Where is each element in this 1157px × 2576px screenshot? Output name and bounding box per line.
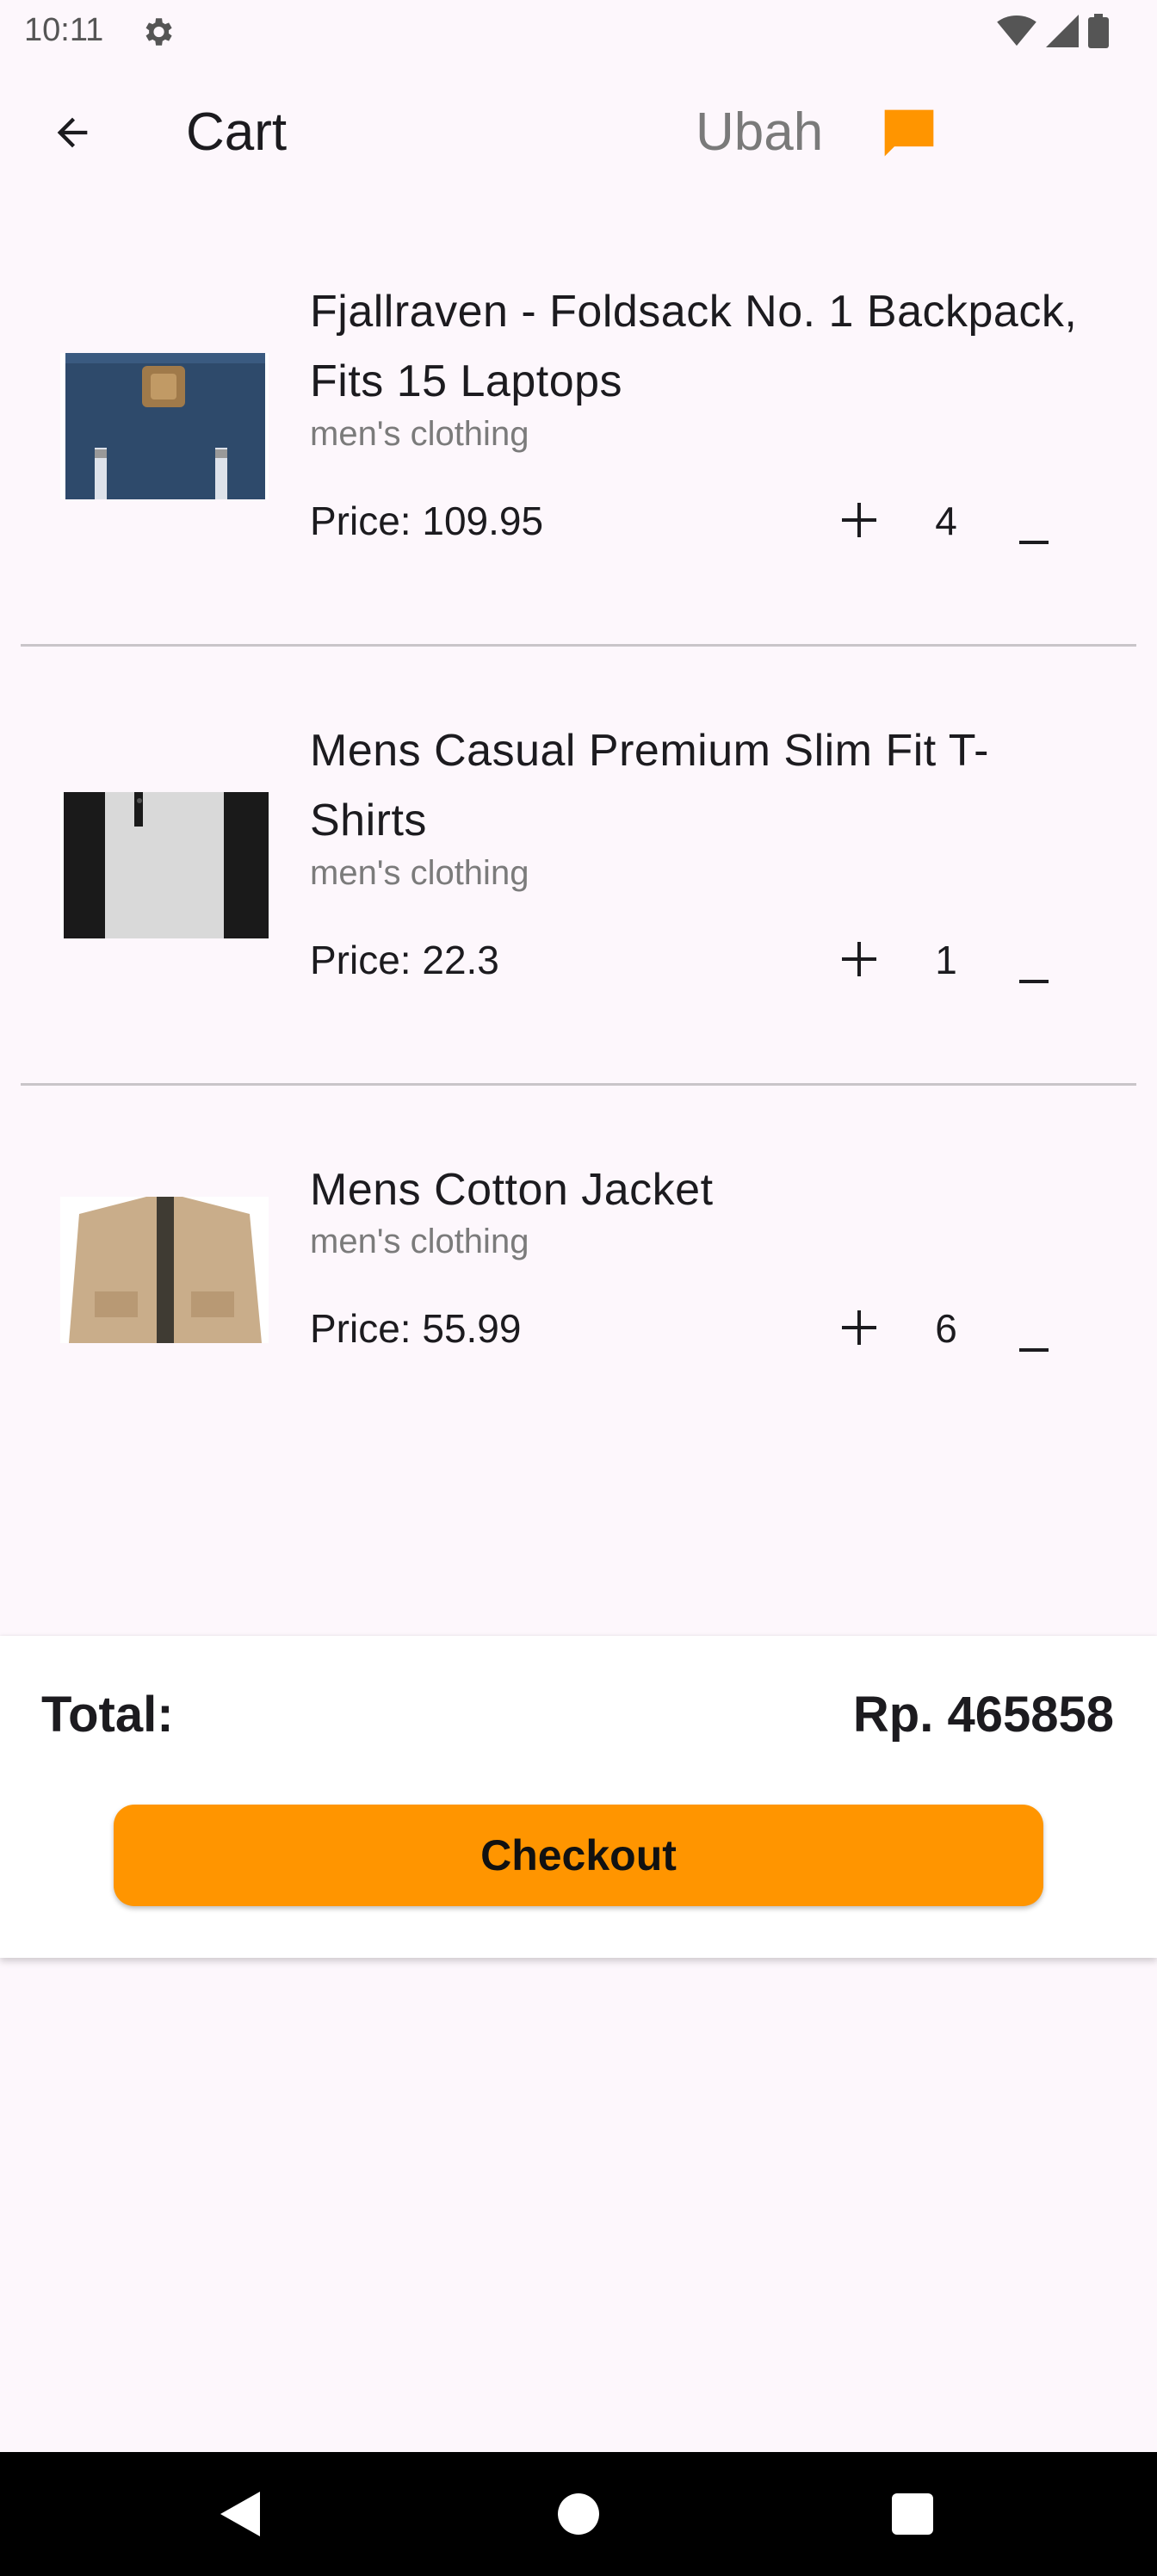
cart-item-1: Fjallraven - Foldsack No. 1 Backpack, Fi… xyxy=(0,258,1157,620)
decrease-quantity-button[interactable] xyxy=(1007,1307,1059,1359)
item-divider xyxy=(21,644,1136,647)
nav-back-icon[interactable] xyxy=(217,2490,263,2538)
total-value: Rp. 465858 xyxy=(852,1687,1114,1743)
backpack-product-image xyxy=(60,353,269,499)
item-title: Mens Casual Premium Slim Fit T-Shirts xyxy=(310,726,989,845)
settings-gear-icon xyxy=(145,18,172,46)
item-quantity: 1 xyxy=(935,938,957,982)
item-quantity: 4 xyxy=(935,498,957,543)
item-category: men's clothing xyxy=(310,415,529,453)
decrease-quantity-button[interactable] xyxy=(1007,938,1059,990)
battery-icon xyxy=(1088,14,1109,48)
minus-icon xyxy=(1019,1348,1049,1352)
user-name: Ubah xyxy=(696,102,824,162)
increase-quantity-button[interactable] xyxy=(832,492,887,548)
item-title: Fjallraven - Foldsack No. 1 Backpack, Fi… xyxy=(310,287,1078,406)
wifi-icon xyxy=(997,15,1036,46)
jacket-product-image xyxy=(60,1197,269,1343)
nav-home-icon[interactable] xyxy=(558,2493,599,2535)
decrease-quantity-button[interactable] xyxy=(1007,499,1059,551)
arrow-back-icon xyxy=(57,117,88,148)
minus-icon xyxy=(1019,541,1049,544)
plus-icon xyxy=(842,503,876,537)
total-label: Total: xyxy=(41,1687,174,1743)
cart-item-2: Mens Casual Premium Slim Fit T-Shirts me… xyxy=(0,697,1157,1059)
back-button[interactable] xyxy=(38,102,107,164)
item-title: Mens Cotton Jacket xyxy=(310,1165,714,1215)
tshirt-product-image xyxy=(60,792,269,938)
minus-icon xyxy=(1019,980,1049,983)
signal-icon xyxy=(1046,15,1079,47)
chat-bubble-icon[interactable] xyxy=(880,105,938,164)
item-price: Price: 22.3 xyxy=(310,938,499,982)
item-category: men's clothing xyxy=(310,1223,529,1260)
checkout-button[interactable]: Checkout xyxy=(114,1805,1043,1906)
plus-icon xyxy=(842,1310,876,1345)
nav-recents-icon[interactable] xyxy=(892,2493,933,2535)
checkout-panel xyxy=(0,1636,1157,1958)
plus-icon xyxy=(842,942,876,976)
item-price: Price: 55.99 xyxy=(310,1306,522,1351)
increase-quantity-button[interactable] xyxy=(832,932,887,987)
page-title: Cart xyxy=(186,102,288,162)
increase-quantity-button[interactable] xyxy=(832,1300,887,1355)
status-time: 10:11 xyxy=(24,12,104,48)
item-quantity: 6 xyxy=(935,1306,957,1351)
item-category: men's clothing xyxy=(310,854,529,892)
item-price: Price: 109.95 xyxy=(310,498,544,543)
status-icons xyxy=(997,12,1109,50)
cart-item-3: Mens Cotton Jacket men's clothing Price:… xyxy=(0,1136,1157,1421)
item-divider xyxy=(21,1083,1136,1086)
